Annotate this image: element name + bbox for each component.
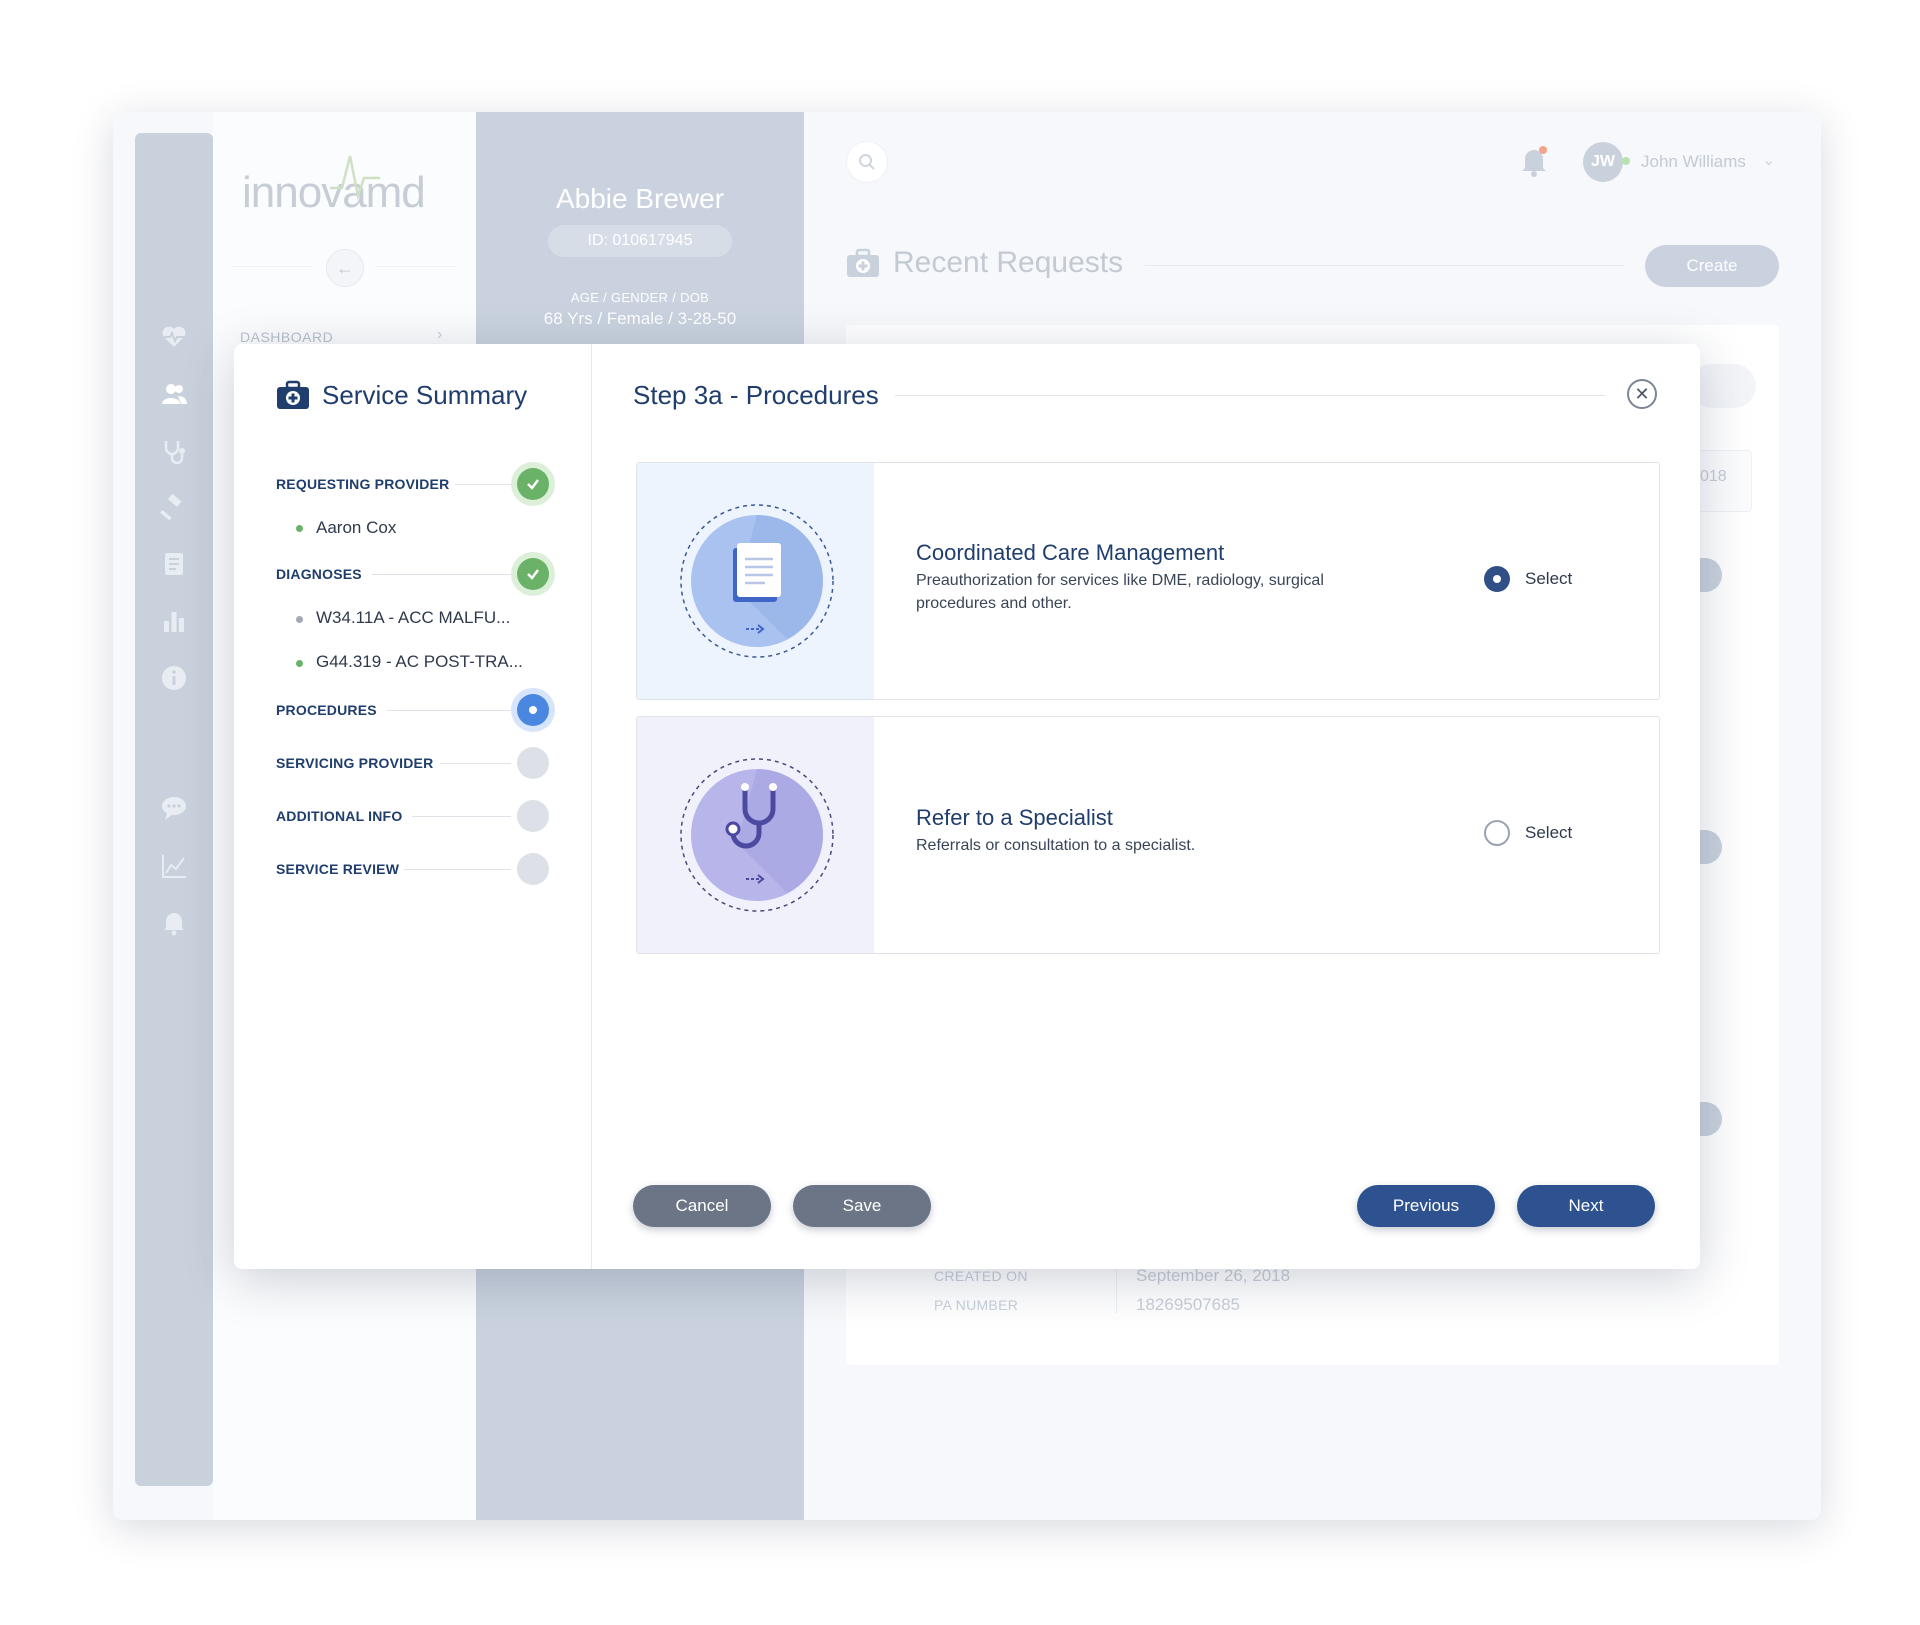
- close-button[interactable]: ✕: [1627, 379, 1657, 409]
- checkmark-icon: [527, 569, 539, 580]
- chat-icon[interactable]: [159, 793, 189, 823]
- field-label: PA NUMBER: [934, 1297, 1019, 1313]
- diagnosis-item: G44.319 - AC POST-TRA...: [316, 652, 523, 671]
- heart-pulse-icon[interactable]: [159, 322, 189, 352]
- user-name[interactable]: John Williams: [1641, 152, 1746, 172]
- info-icon[interactable]: [159, 663, 189, 693]
- page-title: Recent Requests: [893, 246, 1124, 279]
- step-connector: [372, 574, 511, 575]
- gavel-icon[interactable]: [159, 493, 189, 523]
- step-status-complete: [517, 558, 549, 590]
- save-button[interactable]: Save: [793, 1185, 931, 1227]
- step-connector: [387, 710, 511, 711]
- current-dot: [529, 706, 537, 714]
- document-icon: [680, 504, 834, 658]
- step-connector: [440, 763, 511, 764]
- nav-item-dashboard[interactable]: DASHBOARD: [240, 329, 333, 345]
- bullet: [296, 525, 303, 532]
- previous-button[interactable]: Previous: [1357, 1185, 1495, 1227]
- date-text: 018: [1700, 468, 1727, 485]
- divider: [232, 266, 312, 267]
- arrow-left-icon: ←: [336, 257, 354, 278]
- step-diagnoses[interactable]: DIAGNOSES: [276, 566, 362, 582]
- stethoscope-icon: [680, 758, 834, 912]
- line-chart-icon[interactable]: [159, 851, 189, 881]
- provider-item: Aaron Cox: [316, 518, 397, 537]
- step-procedures[interactable]: PROCEDURES: [276, 702, 377, 718]
- patient-meta-value: 68 Yrs / Female / 3-28-50: [543, 309, 737, 328]
- option-description: Preauthorization for services like DME, …: [916, 572, 1324, 612]
- logo-heartbeat-icon: [330, 155, 380, 201]
- chevron-down-icon[interactable]: ⌄: [1762, 150, 1775, 170]
- option-illustration: [637, 717, 874, 953]
- online-status-dot: [1622, 157, 1630, 165]
- step-title: Step 3a - Procedures: [633, 380, 879, 410]
- divider: [591, 344, 592, 1269]
- step-connector: [455, 484, 511, 485]
- bullet: [296, 616, 303, 623]
- step-status-pending: [517, 800, 549, 832]
- option-illustration: [637, 463, 874, 699]
- bell-icon[interactable]: [159, 907, 189, 937]
- notification-bell-icon[interactable]: [1519, 144, 1549, 178]
- diagnosis-item: W34.11A - ACC MALFU...: [316, 608, 511, 627]
- divider: [376, 266, 456, 267]
- bullet: [296, 660, 303, 667]
- select-radio-selected[interactable]: [1484, 566, 1510, 592]
- divider: [895, 395, 1605, 396]
- step-status-current: [517, 694, 549, 726]
- step-requesting-provider[interactable]: REQUESTING PROVIDER: [276, 476, 449, 492]
- field-value: 18269507685: [1136, 1295, 1241, 1314]
- step-service-review[interactable]: SERVICE REVIEW: [276, 861, 399, 877]
- step-status-pending: [517, 747, 549, 779]
- next-button[interactable]: Next: [1517, 1185, 1655, 1227]
- patient-name: Abbie Brewer: [555, 183, 725, 214]
- step-status-complete: [517, 468, 549, 500]
- medical-kit-icon: [847, 248, 879, 277]
- step-connector: [412, 816, 511, 817]
- patient-meta-label: AGE / GENDER / DOB: [570, 290, 710, 305]
- create-button[interactable]: Create: [1645, 245, 1779, 287]
- document-icon[interactable]: [159, 549, 189, 579]
- option-title: Coordinated Care Management: [916, 540, 1225, 565]
- option-title: Refer to a Specialist: [916, 805, 1113, 830]
- stethoscope-icon[interactable]: [159, 437, 189, 467]
- bar-chart-icon[interactable]: [159, 606, 189, 636]
- step-additional-info[interactable]: ADDITIONAL INFO: [276, 808, 402, 824]
- divider: [1145, 265, 1625, 266]
- chevron-right-icon: ›: [437, 326, 443, 343]
- summary-title: Service Summary: [322, 380, 528, 410]
- collapse-sidebar-button[interactable]: ←: [326, 249, 364, 287]
- field-label: CREATED ON: [934, 1268, 1028, 1284]
- step-connector: [404, 869, 511, 870]
- select-label[interactable]: Select: [1525, 823, 1572, 843]
- select-label[interactable]: Select: [1525, 569, 1572, 589]
- medical-kit-icon: [277, 380, 309, 409]
- cancel-button[interactable]: Cancel: [633, 1185, 771, 1227]
- step-servicing-provider[interactable]: SERVICING PROVIDER: [276, 755, 433, 771]
- checkmark-icon: [527, 479, 539, 490]
- option-description: Referrals or consultation to a specialis…: [916, 837, 1196, 854]
- field-value: September 26, 2018: [1136, 1266, 1291, 1285]
- select-radio-unselected[interactable]: [1484, 820, 1510, 846]
- patient-id-badge: ID: 010617945: [548, 225, 732, 257]
- search-button[interactable]: [846, 141, 888, 183]
- avatar[interactable]: JW: [1583, 142, 1623, 182]
- search-icon: [859, 154, 875, 170]
- close-icon: ✕: [1634, 383, 1650, 404]
- users-icon[interactable]: [159, 379, 189, 409]
- step-status-pending: [517, 853, 549, 885]
